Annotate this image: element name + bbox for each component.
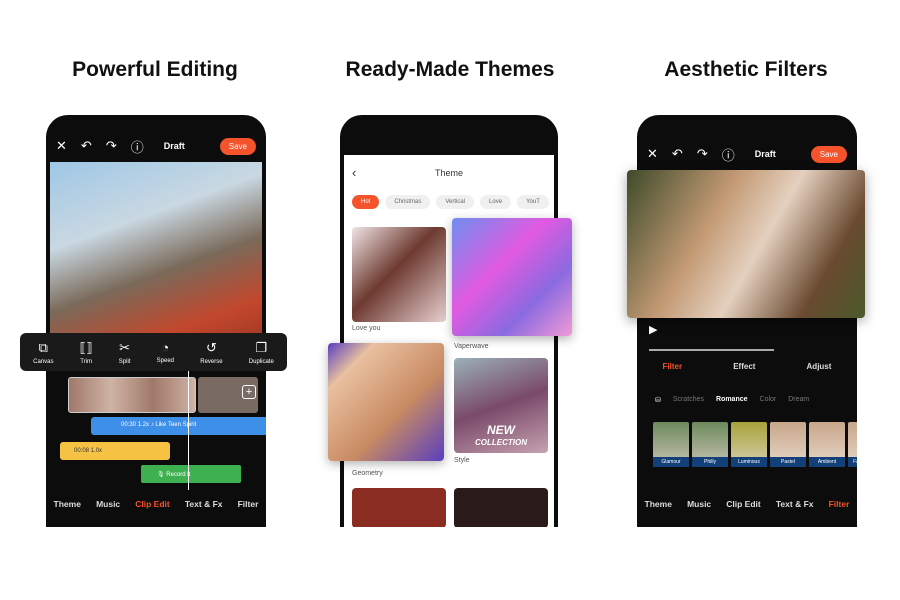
theme-label: Love you — [352, 325, 381, 332]
tab-filter[interactable]: Filter — [829, 499, 850, 509]
subtab-adjust[interactable]: Adjust — [807, 362, 832, 371]
category-romance[interactable]: Romance — [716, 396, 748, 404]
category-color[interactable]: Color — [760, 396, 777, 404]
redo-icon[interactable]: ↷ — [697, 146, 708, 162]
filter-preset[interactable]: Fa — [848, 422, 857, 467]
theme-card-vaperwave[interactable] — [452, 218, 572, 336]
tool-split[interactable]: ✂ Split — [119, 340, 131, 365]
tab-text-fx[interactable]: Text & Fx — [185, 499, 223, 509]
filtered-photo-preview[interactable] — [627, 170, 865, 318]
category-scratches[interactable]: Scratches — [673, 396, 704, 404]
close-icon[interactable]: ✕ — [56, 138, 67, 154]
help-icon[interactable]: ⓘ — [722, 145, 735, 164]
playhead[interactable] — [188, 370, 189, 490]
theme-card-love-you[interactable] — [352, 227, 446, 322]
title-filters: Aesthetic Filters — [664, 58, 828, 81]
record-button[interactable]: 🎙 Record it — [141, 465, 241, 483]
duplicate-icon: ❐ — [255, 339, 268, 355]
undo-icon[interactable]: ↶ — [672, 146, 683, 162]
filter-preset[interactable]: Glamour — [653, 422, 689, 467]
chip-christmas[interactable]: Christmas — [385, 195, 431, 209]
add-clip-icon[interactable]: + — [242, 385, 256, 399]
filter-preset[interactable]: Philly — [692, 422, 728, 467]
tab-text-fx[interactable]: Text & Fx — [776, 499, 814, 509]
phone-editor: ✕ ↶ ↷ ⓘ Draft Save + 00:30 1.2x ♪ Like T… — [46, 115, 266, 527]
chip-hot[interactable]: Hot — [352, 195, 380, 209]
music-track[interactable]: 00:30 1.2x ♪ Like Teen Spirit — [91, 417, 266, 435]
theme-label: Geometry — [352, 470, 383, 477]
edit-toolbar: ⧉ Canvas ⟦⟧ Trim ✂ Split ◔ Speed ↺ Reverse ❐ D… — [20, 333, 287, 371]
video-preview[interactable] — [50, 162, 262, 337]
video-clip[interactable] — [68, 377, 196, 413]
chip-youtube[interactable]: YouT — [517, 195, 549, 209]
category-dream[interactable]: Dream — [788, 396, 809, 404]
canvas-icon: ⧉ — [38, 339, 48, 355]
progress-bar[interactable] — [649, 349, 774, 351]
help-icon[interactable]: ⓘ — [131, 137, 144, 156]
theme-card[interactable] — [454, 488, 548, 527]
theme-card-geometry[interactable] — [328, 343, 444, 461]
theme-label: Vaperwave — [454, 343, 489, 350]
tool-reverse[interactable]: ↺ Reverse — [200, 340, 222, 365]
title-editing: Powerful Editing — [72, 58, 238, 81]
close-icon[interactable]: ✕ — [647, 146, 658, 162]
tool-speed[interactable]: ◔ Speed — [157, 340, 174, 364]
theme-card-style[interactable]: NEW COLLECTION — [454, 358, 548, 453]
theme-card[interactable] — [352, 488, 446, 527]
theme-label: Style — [454, 457, 470, 464]
play-icon[interactable]: ▶ — [649, 323, 657, 336]
scissors-icon: ✂ — [119, 339, 131, 355]
tool-canvas[interactable]: ⧉ Canvas — [33, 340, 53, 365]
tool-duplicate[interactable]: ❐ Duplicate — [249, 340, 274, 365]
tab-theme[interactable]: Theme — [645, 499, 672, 509]
tool-trim[interactable]: ⟦⟧ Trim — [80, 340, 93, 365]
theme-header: Theme — [434, 168, 463, 178]
tab-clip-edit[interactable]: Clip Edit — [135, 499, 169, 509]
subtab-effect[interactable]: Effect — [733, 362, 755, 371]
trim-icon: ⟦⟧ — [79, 339, 93, 355]
save-button[interactable]: Save — [219, 137, 256, 155]
reverse-icon: ↺ — [205, 339, 217, 355]
draft-button[interactable]: Draft — [164, 141, 185, 151]
filter-preset[interactable]: Pastel — [770, 422, 806, 467]
saved-filters-icon[interactable]: ⛁ — [655, 396, 661, 404]
filter-preset[interactable]: Luminous — [731, 422, 767, 467]
filter-preset[interactable]: Ambient — [809, 422, 845, 467]
tab-clip-edit[interactable]: Clip Edit — [726, 499, 760, 509]
tab-filter[interactable]: Filter — [238, 499, 259, 509]
tab-theme[interactable]: Theme — [54, 499, 81, 509]
subtab-filter[interactable]: Filter — [663, 362, 683, 371]
tab-music[interactable]: Music — [687, 499, 711, 509]
speed-icon: ◔ — [161, 340, 170, 355]
chip-love[interactable]: Love — [480, 195, 512, 209]
undo-icon[interactable]: ↶ — [81, 138, 92, 154]
redo-icon[interactable]: ↷ — [106, 138, 117, 154]
draft-button[interactable]: Draft — [755, 149, 776, 159]
tab-music[interactable]: Music — [96, 499, 120, 509]
chip-vertical[interactable]: Vertical — [436, 195, 475, 209]
title-themes: Ready-Made Themes — [345, 58, 555, 81]
save-button[interactable]: Save — [810, 145, 847, 163]
sticker-track[interactable]: 00:08 1.0x — [60, 442, 170, 460]
